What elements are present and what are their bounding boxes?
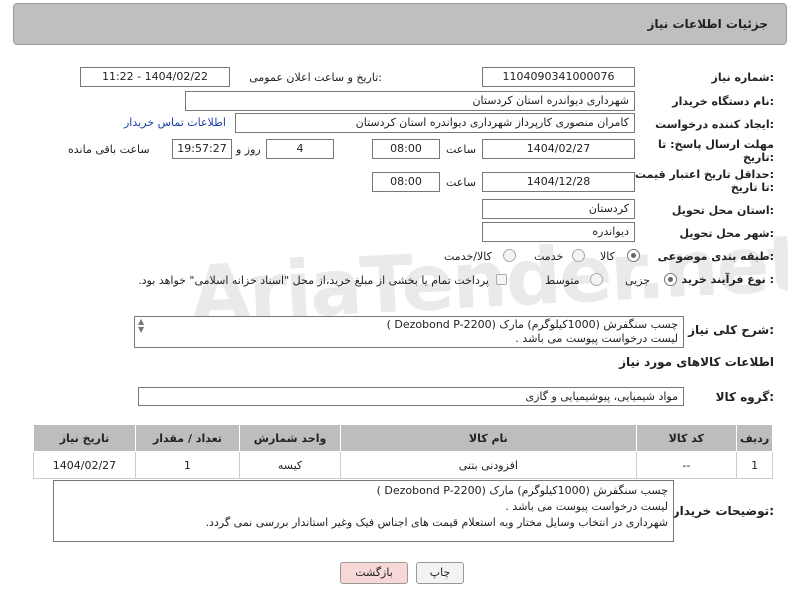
validity-date-field: 1404/12/28 [482, 172, 635, 192]
goods-group-label: گروه کالا: [715, 390, 774, 404]
announce-date-label: تاریخ و ساعت اعلان عمومی: [249, 71, 382, 84]
goods-table: ردیف کد کالا نام کالا واحد شمارش تعداد /… [33, 424, 773, 479]
deadline-label-2: تاریخ: [742, 151, 774, 164]
creator-label: ایجاد کننده درخواست: [655, 118, 774, 131]
validity-time-field: 08:00 [372, 172, 440, 192]
category-option-goods: کالا [600, 250, 615, 263]
buyer-notes-textarea[interactable]: چسب سنگفرش (1000کیلوگرم) مارک (Dezobond … [53, 480, 674, 542]
process-option-minor: جزیی [625, 274, 651, 287]
summary-label: شرح کلی نیاز: [688, 323, 774, 337]
summary-line-2: لیست درخواست پیوست می باشد . [515, 332, 678, 345]
province-label: استان محل تحویل: [671, 204, 774, 217]
announce-date-field: 1404/02/22 - 11:22 [80, 67, 230, 87]
process-radio-minor[interactable] [664, 273, 677, 286]
category-radio-service[interactable] [572, 249, 585, 262]
buyer-notes-line-2: لیست درخواست پیوست می باشد . [505, 500, 668, 513]
city-label: شهر محل تحویل: [679, 227, 774, 240]
deadline-time-field: 08:00 [372, 139, 440, 159]
remaining-time-field: 19:57:27 [172, 139, 232, 159]
deadline-time-label: ساعت [446, 143, 476, 156]
cell-unit: کیسه [238, 451, 342, 479]
col-name: نام کالا [340, 424, 637, 452]
buyer-notes-label: توضیحات خریدار: [672, 504, 774, 518]
summary-line-1: چسب سنگفرش (1000کیلوگرم) مارک (Dezobond … [386, 318, 678, 331]
back-button[interactable]: بازگشت [340, 562, 408, 584]
need-number-label: شماره نیاز: [711, 71, 774, 84]
treasury-checkbox[interactable] [496, 274, 507, 285]
remaining-label: ساعت باقی مانده [68, 143, 150, 156]
cell-qty: 1 [134, 451, 240, 479]
validity-label-2: تا تاریخ: [730, 181, 774, 194]
buyer-notes-line-3: شهرداری در انتخاب وسایل مختار وبه استعلا… [205, 516, 668, 529]
need-number-field: 1104090341000076 [482, 67, 635, 87]
cell-code: -- [635, 451, 738, 479]
page-title: جزئیات اطلاعات نیاز [647, 17, 768, 31]
category-option-service: خدمت [534, 250, 564, 263]
category-option-goods-service: کالا/خدمت [444, 250, 492, 263]
col-unit: واحد شمارش [238, 424, 342, 452]
buyer-org-field: شهرداری دیواندره استان کردستان [185, 91, 635, 111]
cell-date: 1404/02/27 [33, 451, 136, 479]
category-radio-goods[interactable] [627, 249, 640, 262]
goods-section-title: اطلاعات کالاهای مورد نیاز [619, 355, 774, 369]
creator-field: کامران منصوری کارپرداز شهرداری دیواندره … [235, 113, 635, 133]
buyer-notes-line-1: چسب سنگفرش (1000کیلوگرم) مارک (Dezobond … [376, 484, 668, 497]
days-label: روز و [236, 143, 261, 156]
col-row: ردیف [736, 424, 773, 452]
buyer-org-label: نام دستگاه خریدار: [672, 95, 774, 108]
deadline-date-field: 1404/02/27 [482, 139, 635, 159]
print-button[interactable]: چاپ [416, 562, 464, 584]
deadline-label: مهلت ارسال پاسخ: تا [658, 138, 774, 151]
col-date: تاریخ نیاز [33, 424, 136, 452]
province-field: کردستان [482, 199, 635, 219]
cell-row: 1 [736, 451, 773, 479]
goods-group-field: مواد شیمیایی، پیوشیمیایی و گازی [138, 387, 684, 406]
scroll-arrows-icon[interactable]: ▲ ▼ [138, 318, 144, 334]
page-header: جزئیات اطلاعات نیاز [13, 3, 787, 45]
process-label: نوع فرآیند خرید : [681, 273, 774, 286]
process-option-medium: متوسط [545, 274, 580, 287]
cell-name: افزودنی بتنی [340, 451, 637, 479]
table-row: 1 -- افزودنی بتنی کیسه 1 1404/02/27 [33, 451, 773, 479]
contact-info-link[interactable]: اطلاعات تماس خریدار [124, 116, 226, 129]
category-radio-goods-service[interactable] [503, 249, 516, 262]
category-label: طبقه بندی موضوعی: [657, 250, 774, 263]
days-field: 4 [266, 139, 334, 159]
validity-time-label: ساعت [446, 176, 476, 189]
process-radio-medium[interactable] [590, 273, 603, 286]
col-code: کد کالا [635, 424, 738, 452]
validity-label: حداقل تاریخ اعتبار قیمت: [634, 168, 774, 181]
treasury-note: پرداخت تمام یا بخشی از مبلغ خرید،از محل … [138, 274, 489, 287]
city-field: دیواندره [482, 222, 635, 242]
summary-textarea[interactable]: چسب سنگفرش (1000کیلوگرم) مارک (Dezobond … [134, 316, 684, 348]
goods-table-header: ردیف کد کالا نام کالا واحد شمارش تعداد /… [33, 424, 773, 452]
col-qty: تعداد / مقدار [134, 424, 240, 452]
